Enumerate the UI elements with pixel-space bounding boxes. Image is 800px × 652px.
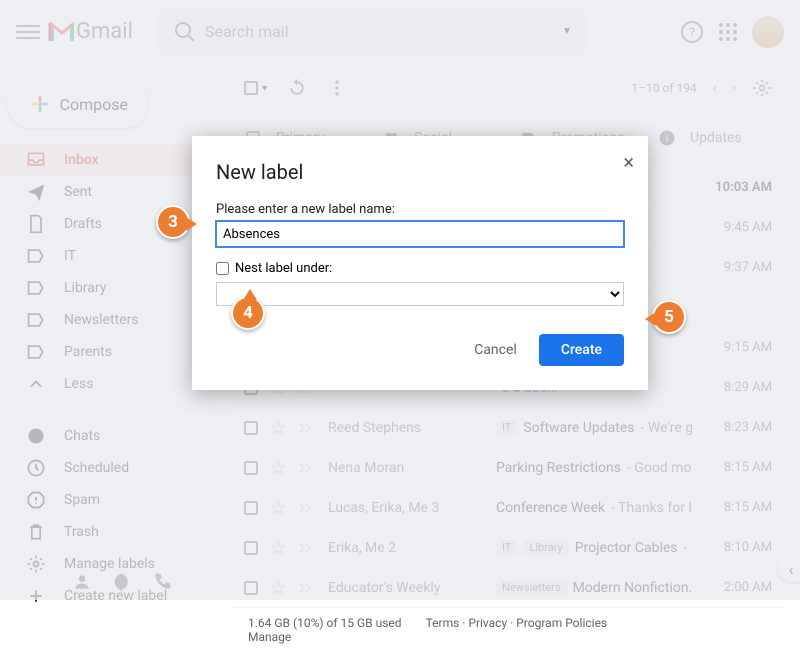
label-name-prompt: Please enter a new label name: — [216, 202, 624, 217]
footer-links[interactable]: Terms · Privacy · Program Policies — [426, 616, 608, 644]
new-label-dialog: × New label Please enter a new label nam… — [192, 136, 648, 390]
tutorial-callout-3: 3 — [156, 205, 190, 239]
close-icon[interactable]: × — [623, 150, 634, 174]
tutorial-callout-5: 5 — [652, 300, 686, 334]
label-name-input[interactable] — [216, 221, 624, 247]
manage-storage-link[interactable]: Manage — [248, 630, 402, 644]
footer: 1.64 GB (10%) of 15 GB used Manage Terms… — [232, 608, 784, 652]
nest-parent-select[interactable] — [216, 282, 624, 306]
tutorial-callout-4: 4 — [231, 296, 265, 330]
nest-checkbox[interactable] — [216, 262, 229, 275]
dialog-title: New label — [216, 160, 624, 184]
cancel-button[interactable]: Cancel — [460, 334, 531, 366]
storage-text: 1.64 GB (10%) of 15 GB used — [248, 616, 402, 630]
nest-label-text: Nest label under: — [235, 261, 332, 276]
create-button[interactable]: Create — [539, 334, 624, 366]
